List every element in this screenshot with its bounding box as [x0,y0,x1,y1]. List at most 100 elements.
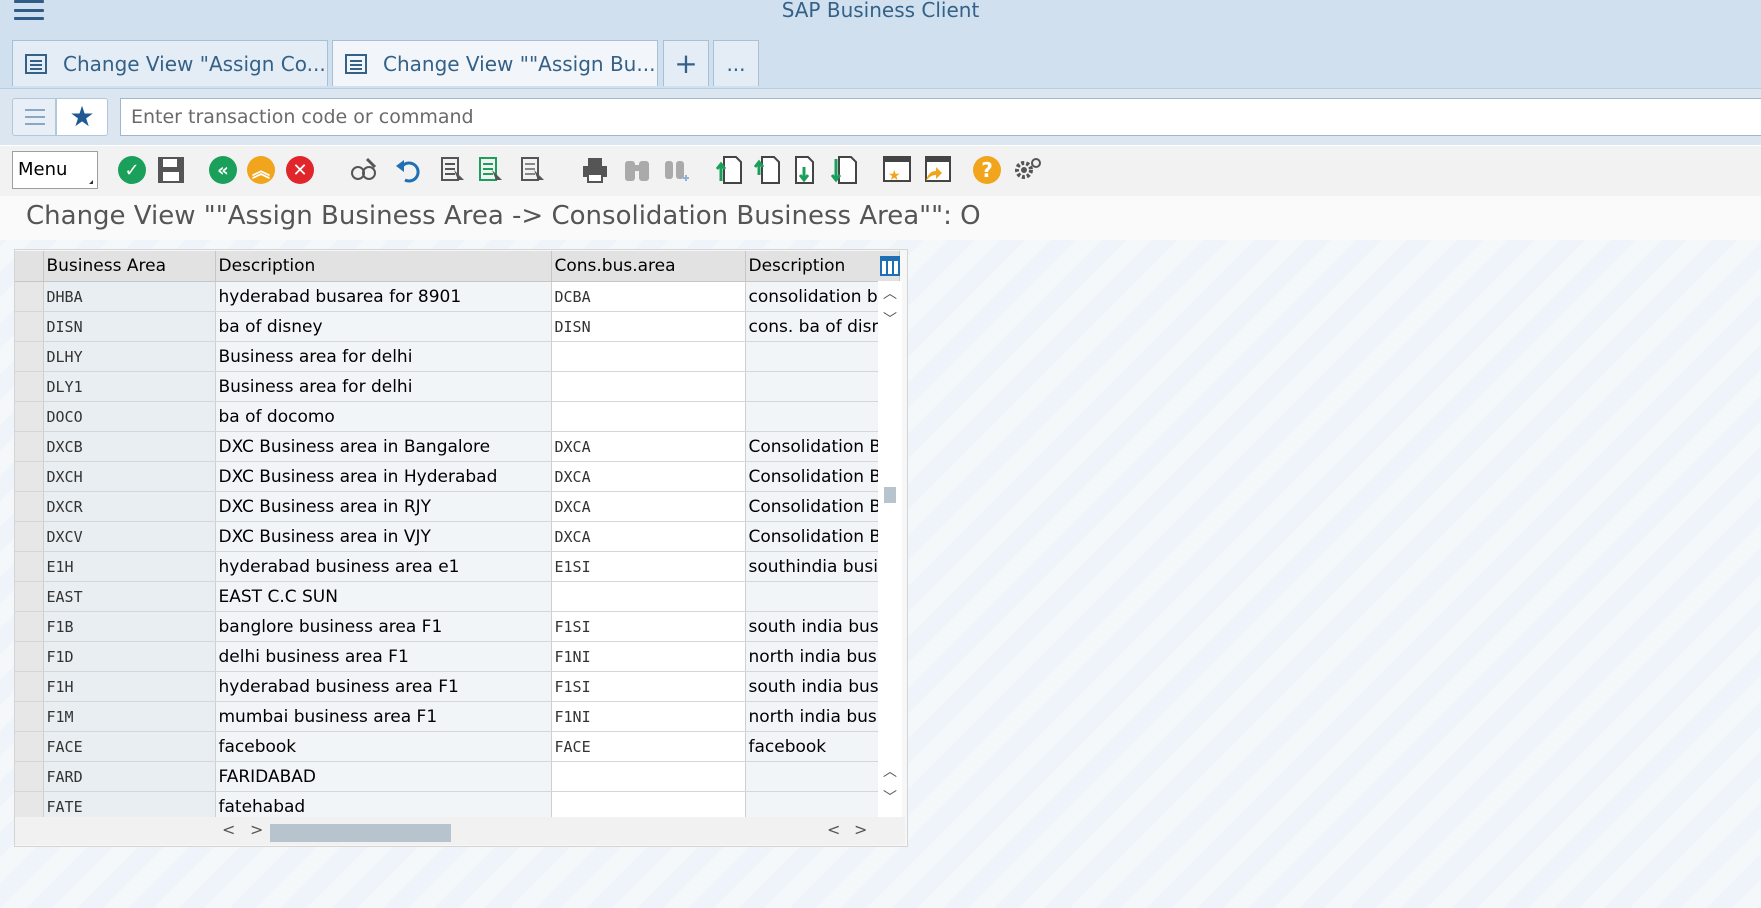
display-change-icon[interactable] [348,155,378,185]
table-settings-icon[interactable] [878,252,902,280]
row-selector[interactable] [15,611,44,642]
vertical-scrollbar[interactable]: ︿ ﹀ ︿ ﹀ [878,281,902,819]
row-selector[interactable] [15,341,44,372]
column-header-business-area[interactable]: Business Area [43,251,216,282]
scroll-right-icon-2[interactable]: > [854,820,867,839]
create-session-icon[interactable]: ★ [882,155,912,185]
table-row[interactable]: DXCR DXC Business area in RJY DXCA Consolid… [15,491,901,522]
table-row[interactable]: DLY1 Business area for delhi [15,371,901,402]
cell-cons-bus-area[interactable]: DXCA [551,461,746,492]
cell-cons-bus-area[interactable] [551,581,746,612]
more-tabs-button[interactable]: ... [713,40,759,86]
find-icon[interactable] [622,155,652,185]
command-input[interactable] [120,98,1761,136]
row-selector[interactable] [15,521,44,552]
new-tab-button[interactable]: + [663,40,709,86]
scroll-thumb[interactable] [884,487,896,503]
list-icon[interactable] [12,98,56,136]
scroll-down-icon[interactable]: ﹀ [878,309,902,331]
cell-cons-bus-area[interactable]: DCBA [551,281,746,312]
row-selector[interactable] [15,461,44,492]
select-block-icon[interactable] [476,155,506,185]
save-icon[interactable] [156,155,186,185]
scroll-right-icon[interactable]: > [250,820,263,839]
table-row[interactable]: F1M mumbai business area F1 F1NI north indi… [15,701,901,732]
last-page-icon[interactable] [830,155,860,185]
select-all-header[interactable] [15,251,44,282]
cell-cons-bus-area[interactable] [551,371,746,402]
settings-gear-icon[interactable] [1012,155,1042,185]
scroll-left-icon-2[interactable]: < [827,820,840,839]
table-row[interactable]: EAST EAST C.C SUN [15,581,901,612]
shortcut-icon[interactable] [922,155,952,185]
previous-page-icon[interactable] [752,155,782,185]
enter-icon[interactable]: ✓ [117,155,147,185]
table-row[interactable]: DXCV DXC Business area in VJY DXCA Consolid… [15,521,901,552]
back-icon[interactable]: « [208,155,238,185]
table-row[interactable]: FARD FARIDABAD [15,761,901,792]
row-selector[interactable] [15,551,44,582]
tab-change-view-2[interactable]: Change View ""Assign Bu... [332,40,658,86]
cancel-icon[interactable]: ✕ [285,155,315,185]
cell-cons-bus-area[interactable]: FACE [551,731,746,762]
row-selector[interactable] [15,641,44,672]
table-row[interactable]: F1H hyderabad business area F1 F1SI south i… [15,671,901,702]
cell-cons-bus-area[interactable]: DISN [551,311,746,342]
cell-cons-bus-area[interactable] [551,341,746,372]
row-selector[interactable] [15,371,44,402]
row-selector[interactable] [15,311,44,342]
cell-cons-bus-area[interactable] [551,761,746,792]
row-selector[interactable] [15,431,44,462]
favorites-star-icon[interactable]: ★ [56,98,108,136]
find-next-icon[interactable] [662,155,692,185]
row-selector[interactable] [15,401,44,432]
deselect-icon[interactable] [518,155,548,185]
row-selector[interactable] [15,701,44,732]
cell-cons-bus-area[interactable]: F1SI [551,611,746,642]
next-page-icon[interactable] [792,155,822,185]
column-header-cons-bus-area[interactable]: Cons.bus.area [551,251,746,282]
cell-cons-bus-area[interactable]: DXCA [551,491,746,522]
cell-description: Business area for delhi [215,371,552,402]
table-row[interactable]: F1D delhi business area F1 F1NI north india… [15,641,901,672]
page-up-icon[interactable]: ︿ [878,761,902,783]
cell-cons-bus-area[interactable]: F1SI [551,671,746,702]
first-page-icon[interactable] [714,155,744,185]
row-selector[interactable] [15,761,44,792]
scroll-left-icon[interactable]: < [222,820,235,839]
table-row[interactable]: DISN ba of disney DISN cons. ba of disne [15,311,901,342]
table-row[interactable]: E1H hyderabad business area e1 E1SI southin… [15,551,901,582]
table-row[interactable]: DXCH DXC Business area in Hyderabad DXCA Co… [15,461,901,492]
table-row[interactable]: DXCB DXC Business area in Bangalore DXCA Co… [15,431,901,462]
exit-icon[interactable]: ︽ [246,155,276,185]
cell-cons-bus-area[interactable]: F1NI [551,641,746,672]
page-down-icon[interactable]: ﹀ [878,787,902,809]
table-row[interactable]: FACE facebook FACE facebook [15,731,901,762]
table-row[interactable]: DHBA hyderabad busarea for 8901 DCBA consol… [15,281,901,312]
row-selector[interactable] [15,731,44,762]
print-icon[interactable] [580,155,610,185]
cell-cons-description: facebook [745,731,901,762]
undo-icon[interactable] [394,155,424,185]
horizontal-scrollbar[interactable] [15,817,905,845]
row-selector[interactable] [15,281,44,312]
help-icon[interactable]: ? [972,155,1002,185]
table-row[interactable]: DOCO ba of docomo [15,401,901,432]
tab-change-view-1[interactable]: Change View "Assign Co... [12,40,328,86]
column-header-cons-description[interactable]: Description [745,251,901,282]
horizontal-scroll-thumb[interactable] [270,824,451,842]
column-header-description[interactable]: Description [215,251,552,282]
table-row[interactable]: F1B banglore business area F1 F1SI south in… [15,611,901,642]
scroll-up-icon[interactable]: ︿ [878,283,902,305]
cell-cons-bus-area[interactable]: DXCA [551,521,746,552]
cell-cons-bus-area[interactable]: DXCA [551,431,746,462]
row-selector[interactable] [15,581,44,612]
row-selector[interactable] [15,491,44,522]
menu-button[interactable]: Menu [12,151,98,189]
cell-cons-bus-area[interactable]: E1SI [551,551,746,582]
table-row[interactable]: DLHY Business area for delhi [15,341,901,372]
cell-cons-bus-area[interactable]: F1NI [551,701,746,732]
select-all-icon[interactable] [438,155,468,185]
cell-cons-bus-area[interactable] [551,401,746,432]
row-selector[interactable] [15,671,44,702]
